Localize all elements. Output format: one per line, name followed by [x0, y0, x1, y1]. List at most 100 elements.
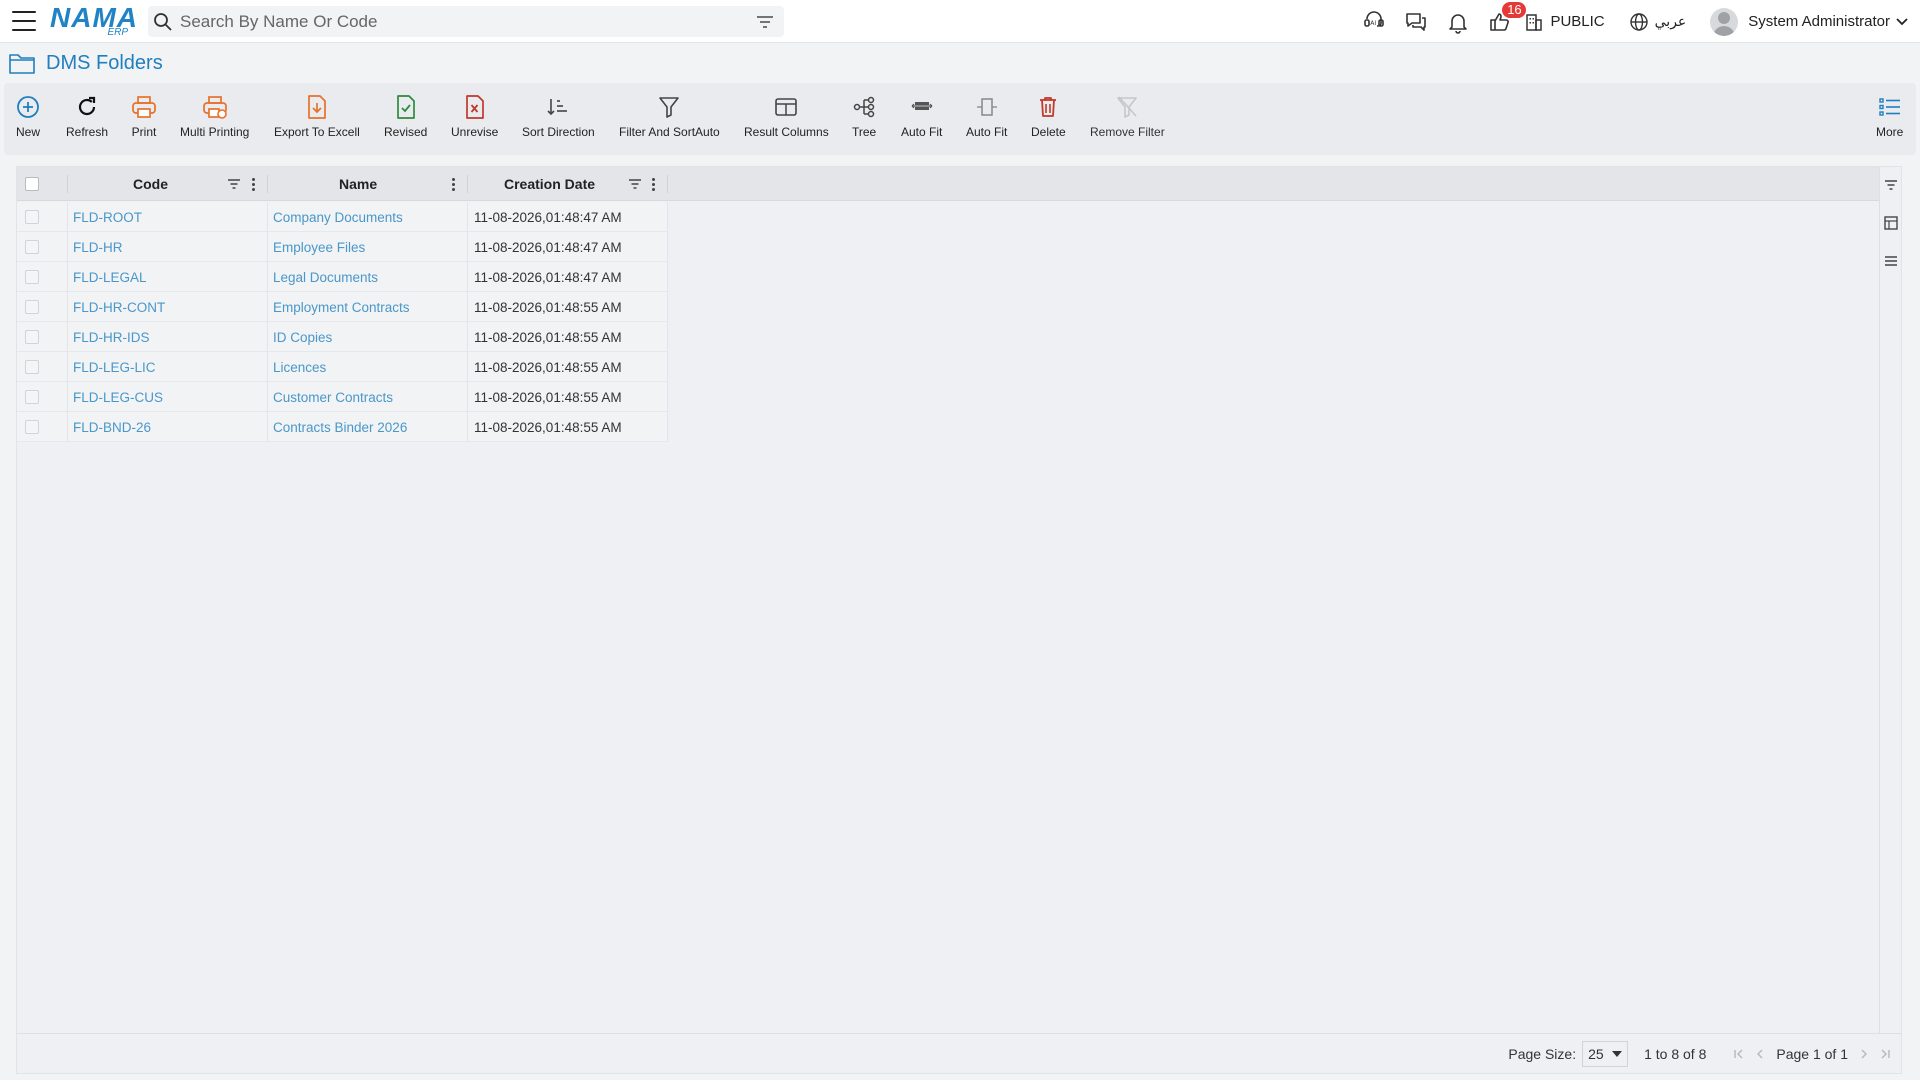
menu-lines-icon[interactable] — [1883, 253, 1899, 269]
creation-date-filter-icon[interactable] — [628, 167, 642, 201]
ai-assistant-icon[interactable]: AI — [1360, 8, 1388, 36]
remove-filter-icon — [1117, 96, 1138, 118]
row-creation-date: 11-08-2026,01:48:47 AM — [474, 209, 622, 225]
row-code[interactable]: FLD-HR — [73, 232, 123, 262]
grid-header: Code Name Creation Date — [17, 167, 1881, 201]
column-header-creation-date[interactable]: Creation Date — [504, 167, 595, 201]
row-checkbox[interactable] — [25, 300, 39, 314]
sort-direction-button[interactable]: Sort Direction — [522, 93, 595, 147]
search-filter-icon[interactable] — [756, 15, 774, 29]
language-switch[interactable]: عربي — [1629, 12, 1686, 32]
page-size-value: 25 — [1588, 1045, 1604, 1062]
more-button[interactable]: More — [1876, 93, 1903, 147]
refresh-icon — [78, 96, 96, 116]
branch-selector[interactable]: PUBLIC — [1524, 12, 1605, 32]
column-header-code[interactable]: Code — [133, 167, 168, 201]
filter-sort-auto-button[interactable]: Filter And SortAuto — [619, 93, 720, 147]
columns-panel-icon[interactable] — [1883, 215, 1899, 231]
print-button[interactable]: Print — [131, 93, 157, 147]
tree-button[interactable]: Tree — [852, 93, 876, 147]
result-columns-button[interactable]: Result Columns — [744, 93, 829, 147]
row-name[interactable]: ID Copies — [273, 322, 332, 352]
globe-icon — [1629, 12, 1648, 31]
first-page-icon[interactable] — [1733, 1048, 1745, 1060]
remove-filter-button[interactable]: Remove Filter — [1090, 93, 1165, 147]
table-row[interactable]: FLD-LEG-LIC Licences 11-08-2026,01:48:55… — [17, 352, 668, 382]
search-input[interactable] — [174, 6, 752, 37]
row-name[interactable]: Legal Documents — [273, 262, 378, 292]
row-checkbox[interactable] — [25, 240, 39, 254]
auto-fit-columns-label: Auto Fit — [966, 125, 1008, 139]
code-filter-icon[interactable] — [227, 167, 241, 201]
page-size-select[interactable]: 25 — [1582, 1040, 1629, 1067]
table-row[interactable]: FLD-LEGAL Legal Documents 11-08-2026,01:… — [17, 262, 668, 292]
table-row[interactable]: FLD-BND-26 Contracts Binder 2026 11-08-2… — [17, 412, 668, 442]
avatar — [1710, 7, 1739, 36]
select-all-checkbox[interactable] — [25, 177, 39, 191]
auto-fit-columns-button[interactable]: Auto Fit — [966, 93, 1007, 147]
row-checkbox[interactable] — [25, 270, 39, 284]
column-separator — [667, 175, 668, 193]
bell-icon[interactable] — [1444, 8, 1472, 36]
table-row[interactable]: FLD-HR-CONT Employment Contracts 11-08-2… — [17, 292, 668, 322]
user-menu[interactable]: System Administrator — [1710, 7, 1908, 36]
row-name[interactable]: Employment Contracts — [273, 292, 410, 322]
row-code[interactable]: FLD-HR-CONT — [73, 292, 165, 322]
x-file-icon — [465, 95, 484, 119]
delete-button[interactable]: Delete — [1031, 93, 1066, 147]
column-header-name[interactable]: Name — [339, 167, 377, 201]
building-icon — [1526, 13, 1543, 31]
next-page-icon[interactable] — [1859, 1048, 1869, 1060]
app-logo[interactable]: NAMA ERP — [50, 4, 137, 38]
tasks-icon[interactable]: 16 — [1486, 1, 1527, 36]
new-button[interactable]: New — [16, 93, 40, 147]
row-name[interactable]: Customer Contracts — [273, 382, 393, 412]
last-page-icon[interactable] — [1879, 1048, 1891, 1060]
record-count: 1 to 8 of 8 — [1644, 1045, 1707, 1062]
previous-page-icon[interactable] — [1755, 1048, 1765, 1060]
row-code[interactable]: FLD-HR-IDS — [73, 322, 150, 352]
row-name[interactable]: Contracts Binder 2026 — [273, 412, 407, 442]
row-code[interactable]: FLD-LEG-CUS — [73, 382, 163, 412]
row-checkbox[interactable] — [25, 360, 39, 374]
revised-button[interactable]: Revised — [384, 93, 427, 147]
row-name[interactable]: Company Documents — [273, 202, 403, 232]
name-column-menu-icon[interactable] — [451, 167, 455, 201]
branch-label: PUBLIC — [1550, 13, 1605, 30]
row-code[interactable]: FLD-LEGAL — [73, 262, 147, 292]
row-code[interactable]: FLD-LEG-LIC — [73, 352, 156, 382]
row-name[interactable]: Licences — [273, 352, 326, 382]
export-excel-label: Export To Excell — [274, 125, 360, 139]
row-code[interactable]: FLD-ROOT — [73, 202, 142, 232]
chat-icon[interactable] — [1402, 8, 1430, 36]
data-grid: Code Name Creation Date FLD-ROOT Company… — [16, 166, 1902, 1074]
unrevise-button[interactable]: Unrevise — [451, 93, 498, 147]
filters-panel-icon[interactable] — [1883, 177, 1899, 193]
row-checkbox[interactable] — [25, 210, 39, 224]
row-name[interactable]: Employee Files — [273, 232, 365, 262]
unrevise-label: Unrevise — [451, 125, 499, 139]
row-checkbox[interactable] — [25, 420, 39, 434]
row-checkbox[interactable] — [25, 330, 39, 344]
refresh-label: Refresh — [66, 125, 109, 139]
table-row[interactable]: FLD-ROOT Company Documents 11-08-2026,01… — [17, 202, 668, 232]
row-code[interactable]: FLD-BND-26 — [73, 412, 151, 442]
print-label: Print — [131, 125, 157, 139]
table-row[interactable]: FLD-LEG-CUS Customer Contracts 11-08-202… — [17, 382, 668, 412]
table-row[interactable]: FLD-HR Employee Files 11-08-2026,01:48:4… — [17, 232, 668, 262]
creation-date-column-menu-icon[interactable] — [651, 167, 655, 201]
notification-badge: 16 — [1502, 1, 1527, 18]
code-column-menu-icon[interactable] — [251, 167, 255, 201]
menu-icon[interactable] — [12, 11, 36, 31]
revised-label: Revised — [384, 125, 428, 139]
column-separator — [267, 175, 268, 193]
export-excel-button[interactable]: Export To Excell — [274, 93, 360, 147]
plus-circle-icon — [17, 96, 39, 118]
table-row[interactable]: FLD-HR-IDS ID Copies 11-08-2026,01:48:55… — [17, 322, 668, 352]
auto-fit-rows-icon — [911, 102, 933, 110]
row-checkbox[interactable] — [25, 390, 39, 404]
multi-printing-button[interactable]: Multi Printing — [180, 93, 249, 147]
auto-fit-button[interactable]: Auto Fit — [901, 93, 942, 147]
caret-down-icon — [1612, 1050, 1623, 1057]
refresh-button[interactable]: Refresh — [66, 93, 108, 147]
